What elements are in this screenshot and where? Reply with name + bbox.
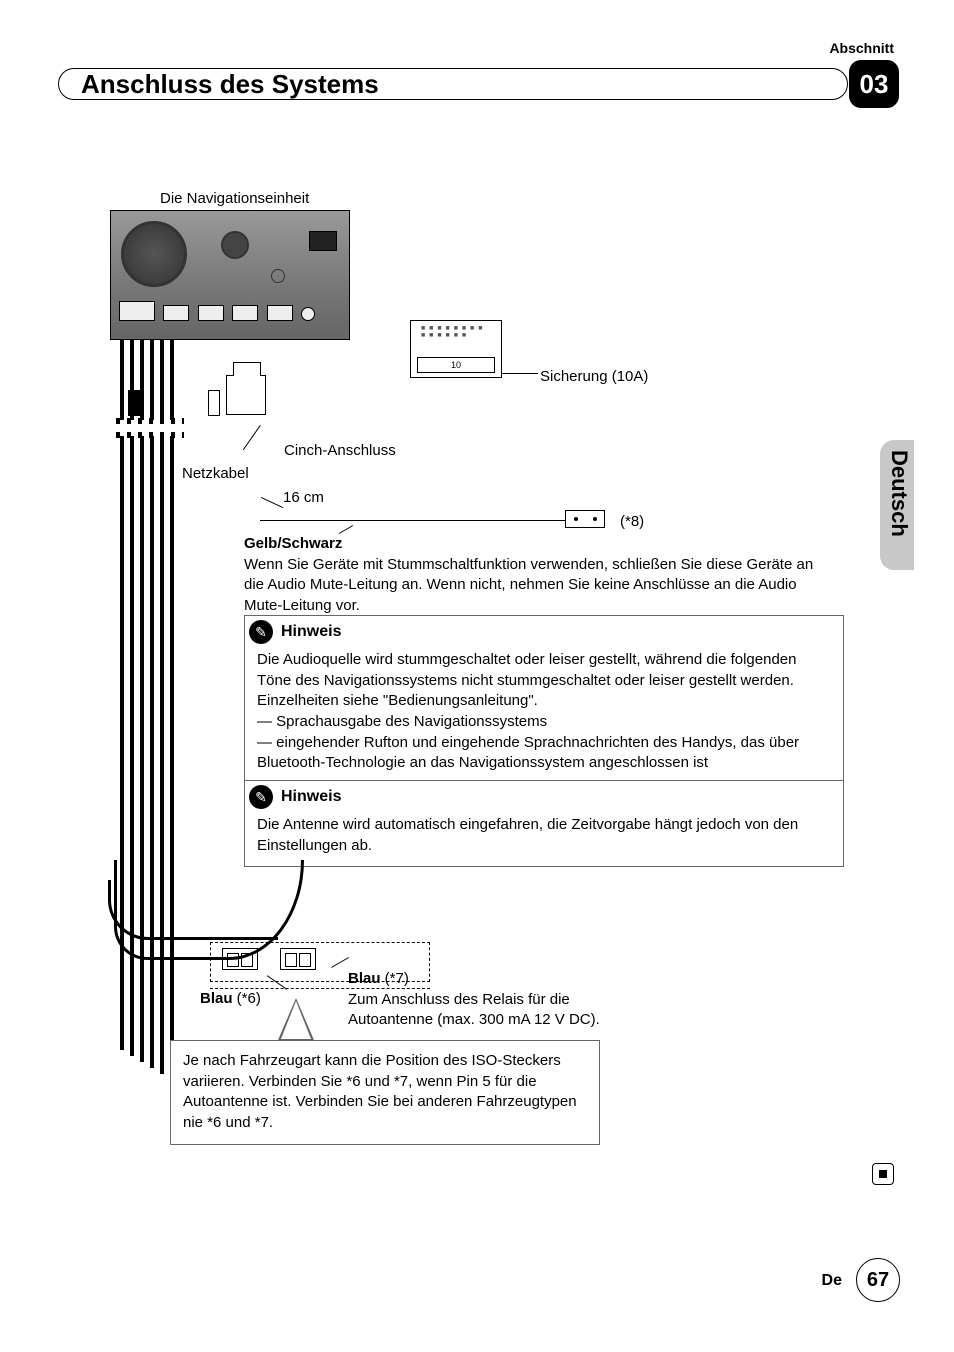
wire-line: [160, 340, 164, 1074]
note-line: Die Antenne wird automatisch eingefahren…: [257, 815, 831, 856]
note-header: ✎ Hinweis: [245, 781, 843, 813]
port-icon: [119, 301, 155, 321]
ref-8-label: (*8): [620, 513, 644, 530]
pins-icon: [421, 325, 491, 345]
iso-note-box: Je nach Fahrzeugart kann die Position de…: [170, 1040, 600, 1145]
dashed-line: [210, 988, 430, 989]
page-number: 67: [856, 1258, 900, 1302]
note-line: Die Audioquelle wird stummgeschaltet ode…: [257, 650, 831, 712]
note-box-2: ✎ Hinweis Die Antenne wird automatisch e…: [244, 780, 844, 867]
rca-jack-icon: [208, 390, 220, 416]
nav-unit-label: Die Navigationseinheit: [160, 190, 309, 207]
pencil-icon: ✎: [249, 785, 273, 809]
note-header: ✎ Hinweis: [245, 616, 843, 648]
note-body: Die Antenne wird automatisch eingefahren…: [245, 813, 843, 866]
port-icon: [301, 307, 315, 321]
note-title: Hinweis: [281, 623, 341, 641]
section-label: Abschnitt: [829, 40, 894, 56]
leader-line: [502, 373, 538, 374]
port-icon: [267, 305, 293, 321]
yellow-black-section: Gelb/Schwarz Wenn Sie Geräte mit Stummsc…: [244, 535, 824, 616]
dot-icon: [271, 269, 285, 283]
port-icon: [198, 305, 224, 321]
blau7-label: Blau (*7): [348, 970, 608, 987]
note-body: Die Audioquelle wird stummgeschaltet ode…: [245, 648, 843, 784]
fuse-slot: 10: [417, 357, 495, 373]
break-icon: [116, 420, 184, 436]
fuse-label: Sicherung (10A): [540, 368, 648, 385]
lens-icon: [221, 231, 249, 259]
yellow-black-text: Wenn Sie Geräte mit Stummschaltfunktion …: [244, 555, 824, 616]
plug-icon: [565, 510, 605, 528]
power-cable-label: Netzkabel: [182, 465, 249, 482]
note-bullet: — eingehender Rufton und eingehende Spra…: [257, 733, 831, 774]
cinch-connector-icon: [226, 375, 266, 415]
wire-line: [260, 520, 570, 521]
navigation-unit: [110, 210, 350, 340]
side-language: Deutsch: [886, 450, 912, 537]
section-number-badge: 03: [849, 60, 899, 108]
footer-lang-code: De: [822, 1272, 842, 1290]
callout-pointer: [278, 998, 314, 1040]
cinch-label: Cinch-Anschluss: [284, 442, 396, 459]
header-rule: Anschluss des Systems: [58, 68, 848, 100]
port-icon: [163, 305, 189, 321]
iso-plug-icon: [280, 948, 316, 970]
blau6-label: Blau (*6): [200, 990, 261, 1007]
note-title: Hinweis: [281, 788, 341, 806]
page-title: Anschluss des Systems: [81, 69, 379, 100]
shield-icon: [309, 231, 337, 251]
leader-line: [261, 497, 283, 508]
note-bullet: — Sprachausgabe des Navigationssystems: [257, 712, 831, 733]
note-box-1: ✎ Hinweis Die Audioquelle wird stummgesc…: [244, 615, 844, 785]
blau6-bold: Blau: [200, 990, 233, 1007]
yellow-black-label: Gelb/Schwarz: [244, 535, 824, 552]
pencil-icon: ✎: [249, 620, 273, 644]
leader-line: [243, 425, 285, 467]
blau7-ref: (*7): [381, 970, 409, 987]
end-mark-icon: [872, 1163, 894, 1185]
blau7-text: Zum Anschluss des Relais für die Autoant…: [348, 990, 638, 1031]
blau7-bold: Blau: [348, 970, 381, 987]
port-icon: [232, 305, 258, 321]
length-label: 16 cm: [283, 489, 324, 506]
harness-connector: 10: [410, 320, 502, 378]
blau6-ref: (*6): [233, 990, 261, 1007]
leader-line: [339, 525, 353, 534]
rear-ports: [119, 301, 339, 331]
